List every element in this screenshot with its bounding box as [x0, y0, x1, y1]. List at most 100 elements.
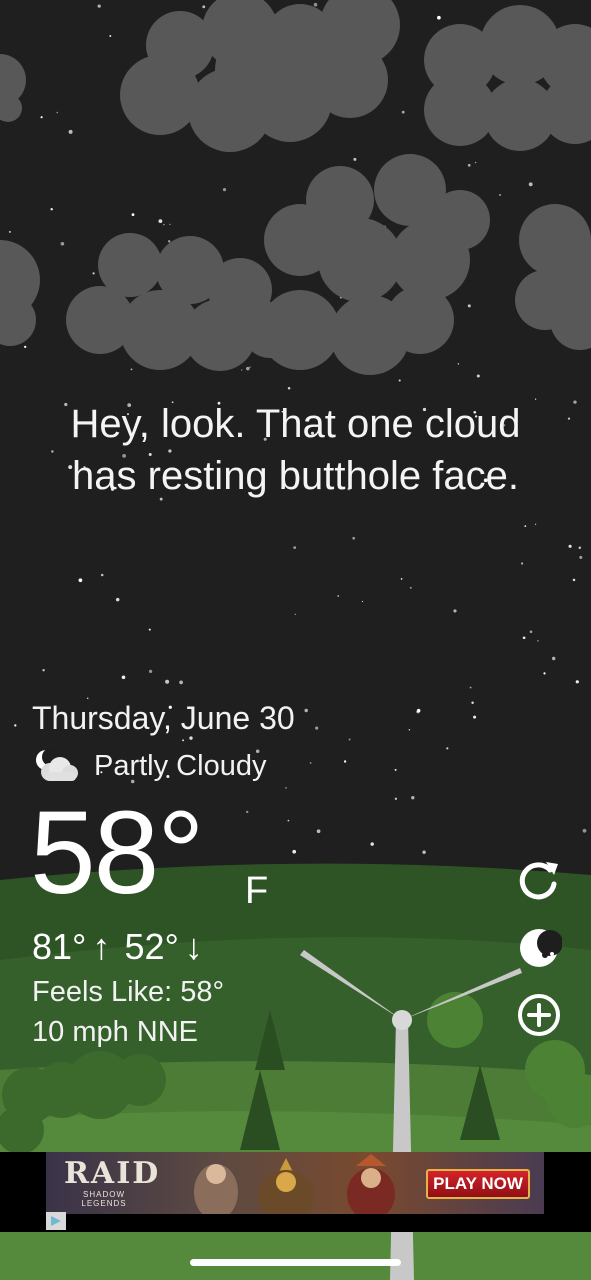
ad-logo: RAID SHADOW LEGENDS	[64, 1156, 161, 1209]
star	[446, 747, 449, 750]
star	[109, 35, 112, 37]
moon-phase-button[interactable]	[516, 925, 562, 971]
star	[165, 679, 170, 684]
star	[400, 578, 403, 580]
star	[528, 182, 533, 187]
arrow-down-icon: ↓	[184, 926, 203, 967]
star	[572, 578, 576, 582]
star	[534, 523, 537, 525]
ad-logo-sub: SHADOW LEGENDS	[81, 1190, 127, 1208]
star	[179, 680, 183, 685]
star	[24, 345, 27, 349]
star	[182, 739, 185, 742]
temperature-unit[interactable]: F	[245, 870, 268, 913]
feels-like-label: Feels Like:	[32, 976, 173, 1008]
star	[398, 379, 401, 382]
ad-logo-main: RAID	[64, 1156, 161, 1191]
star	[163, 223, 165, 226]
star	[422, 850, 426, 854]
star	[68, 129, 73, 134]
star	[60, 242, 65, 246]
star	[348, 738, 351, 741]
star	[316, 829, 321, 834]
add-location-button[interactable]	[516, 992, 562, 1038]
star	[292, 849, 297, 854]
star	[453, 609, 457, 613]
ad-creative[interactable]: RAID SHADOW LEGENDS PLAY NOW	[46, 1152, 544, 1214]
star	[313, 2, 318, 7]
star	[416, 708, 421, 713]
arrow-up-icon: ↑	[92, 926, 111, 967]
weather-joke-message: Hey, look. That one cloud has resting bu…	[0, 398, 591, 502]
star	[394, 768, 397, 771]
star	[50, 207, 53, 211]
star	[222, 187, 227, 192]
feels-like: Feels Like: 58°	[32, 976, 224, 1009]
ad-characters-image	[194, 1154, 395, 1214]
star	[352, 536, 356, 540]
low-temperature: 52°	[124, 926, 179, 967]
star	[40, 116, 43, 119]
refresh-button[interactable]	[516, 858, 562, 904]
feels-like-value: 58°	[180, 976, 225, 1008]
star	[361, 600, 364, 603]
star	[169, 223, 171, 226]
star	[130, 368, 133, 371]
star	[249, 366, 251, 368]
star	[14, 724, 17, 727]
star	[202, 5, 206, 9]
add-location-icon	[518, 994, 560, 1036]
star	[246, 366, 250, 371]
ad-banner[interactable]: RAID SHADOW LEGENDS PLAY NOW	[0, 1152, 591, 1232]
star	[337, 595, 339, 597]
star	[370, 842, 374, 846]
star	[408, 728, 411, 731]
message-line-1: Hey, look. That one cloud	[70, 402, 521, 446]
star	[467, 304, 471, 308]
message-line-2: has resting butthole face.	[72, 454, 519, 498]
wind-info: 10 mph NNE	[32, 1016, 199, 1048]
star	[246, 810, 249, 814]
star	[578, 546, 582, 549]
star	[437, 15, 441, 20]
forecast-date: Thursday, June 30	[32, 700, 295, 736]
star	[121, 675, 126, 680]
star	[309, 762, 312, 764]
star	[131, 213, 135, 217]
star	[293, 546, 297, 549]
partly-cloudy-night-icon	[36, 748, 78, 781]
star	[294, 613, 296, 616]
star	[285, 787, 287, 789]
star	[353, 157, 357, 161]
star	[474, 161, 477, 164]
star	[575, 680, 579, 684]
condition-row: Partly Cloudy	[32, 748, 266, 784]
star	[343, 760, 347, 763]
star	[42, 668, 45, 672]
star	[158, 219, 163, 224]
star	[409, 586, 412, 589]
star	[579, 555, 583, 559]
star	[521, 562, 524, 565]
home-indicator[interactable]	[190, 1259, 401, 1266]
refresh-icon	[519, 862, 558, 900]
star	[473, 715, 477, 719]
star	[78, 578, 83, 583]
ad-play-now-button[interactable]: PLAY NOW	[426, 1169, 530, 1199]
high-low-temperatures: 81° ↑ 52° ↓	[32, 926, 217, 968]
star	[457, 363, 460, 365]
current-temperature[interactable]: 58°	[30, 794, 204, 912]
moon-phase-icon	[520, 929, 562, 967]
star	[568, 544, 572, 548]
star	[148, 628, 151, 631]
star	[241, 369, 243, 371]
high-temperature: 81°	[32, 926, 87, 967]
star	[287, 387, 291, 390]
cloud	[424, 5, 591, 151]
star	[394, 797, 398, 800]
star	[467, 163, 471, 167]
background-scene	[0, 0, 591, 1280]
star	[92, 272, 95, 275]
star	[86, 697, 89, 699]
star	[524, 525, 527, 528]
